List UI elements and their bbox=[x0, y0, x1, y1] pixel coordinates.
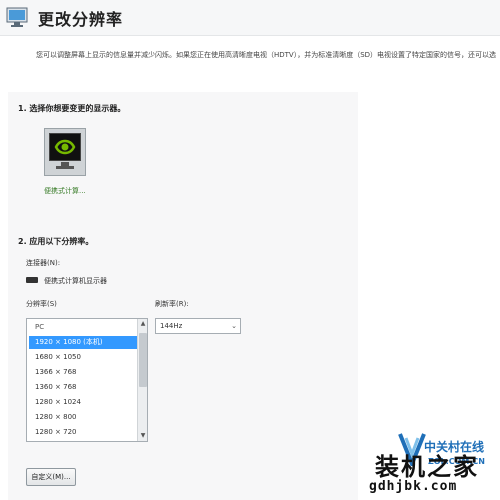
connector-label: 连接器(N): bbox=[26, 259, 61, 267]
resolution-item[interactable]: 1366 × 768 bbox=[29, 366, 137, 379]
section-select-display-title: 1. 选择你想要变更的显示器。 bbox=[18, 104, 126, 113]
custom-resolution-button[interactable]: 自定义(M)... bbox=[26, 468, 76, 486]
nvidia-logo-icon bbox=[54, 139, 76, 155]
display-settings-icon bbox=[6, 7, 28, 27]
monitor-icon bbox=[49, 133, 81, 161]
section-apply-resolution-title: 2. 应用以下分辨率。 bbox=[18, 237, 94, 246]
resolution-listbox[interactable]: PC 1920 × 1080 (本机) 1680 × 1050 1366 × 7… bbox=[26, 318, 148, 442]
resolution-scrollbar[interactable]: ▲ ▼ bbox=[137, 319, 147, 441]
resolution-item[interactable]: 1280 × 720 bbox=[29, 426, 137, 439]
resolution-item[interactable]: 1360 × 768 bbox=[29, 381, 137, 394]
resolution-label: 分辨率(S) bbox=[26, 300, 57, 308]
resolution-item[interactable]: 1920 × 1080 (本机) bbox=[29, 336, 137, 349]
display-selector-monitor[interactable] bbox=[44, 128, 86, 176]
connector-icon bbox=[26, 277, 38, 283]
resolution-group-pc: PC bbox=[35, 323, 45, 331]
page-description: 您可以调整屏幕上显示的信息量并减少闪烁。如果您正在使用高清晰度电视（HDTV），… bbox=[36, 51, 496, 59]
scroll-down-arrow-icon[interactable]: ▼ bbox=[138, 431, 147, 441]
refresh-rate-value: 144Hz bbox=[160, 322, 183, 330]
watermark-title: 装机之家 bbox=[375, 452, 479, 481]
chevron-down-icon: ⌄ bbox=[231, 322, 237, 330]
refresh-rate-select[interactable]: 144Hz ⌄ bbox=[155, 318, 241, 334]
scroll-thumb[interactable] bbox=[139, 333, 147, 387]
connector-value: 便携式计算机显示器 bbox=[44, 277, 107, 285]
page-title: 更改分辨率 bbox=[38, 10, 124, 29]
resolution-item[interactable]: 1680 × 1050 bbox=[29, 351, 137, 364]
refresh-rate-label: 刷新率(R): bbox=[155, 300, 189, 308]
watermark-url: gdhjbk.com bbox=[369, 479, 458, 494]
scroll-up-arrow-icon[interactable]: ▲ bbox=[138, 319, 147, 329]
resolution-item[interactable]: 1280 × 800 bbox=[29, 411, 137, 424]
header-bar: 更改分辨率 bbox=[0, 0, 500, 36]
resolution-item[interactable]: 1280 × 1024 bbox=[29, 396, 137, 409]
monitor-base bbox=[56, 166, 74, 169]
monitor-label[interactable]: 便携式计算... bbox=[44, 186, 86, 196]
